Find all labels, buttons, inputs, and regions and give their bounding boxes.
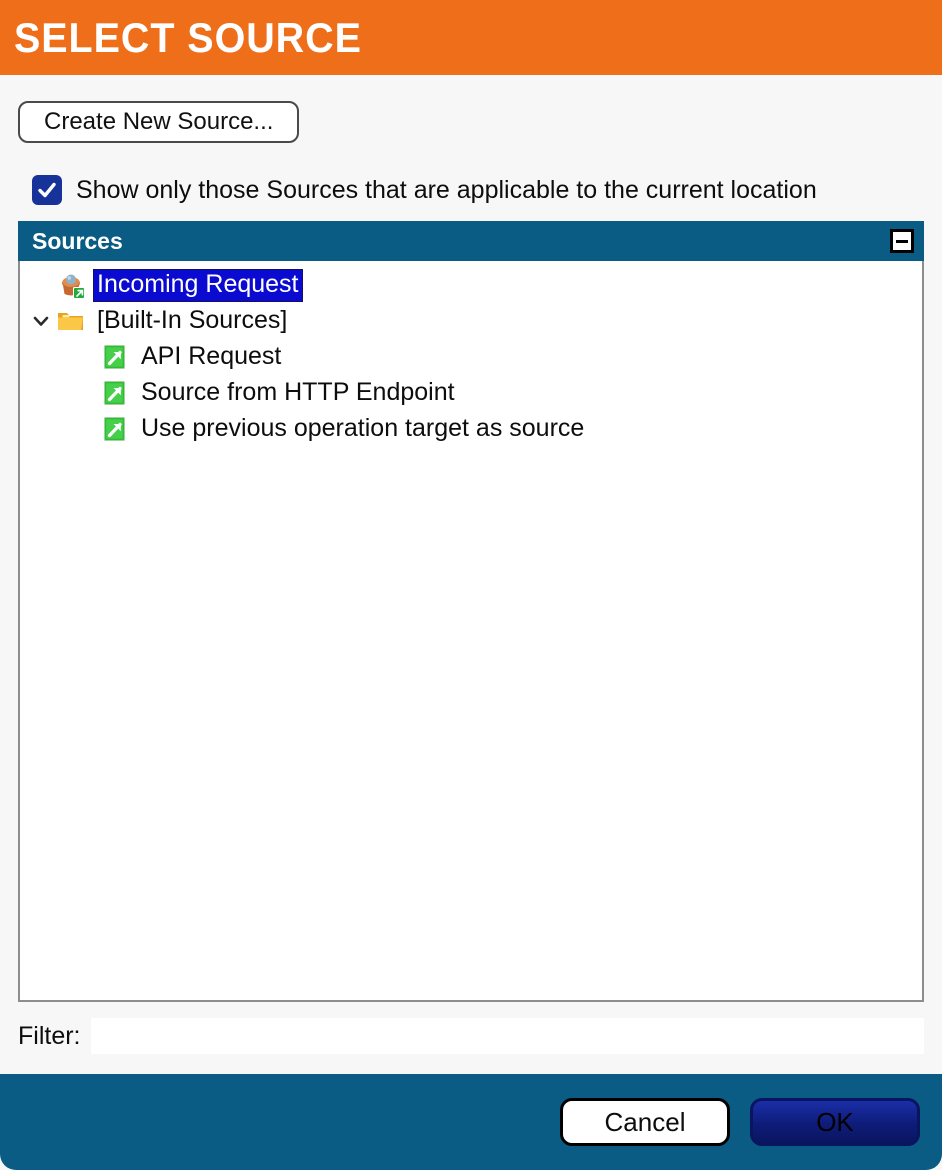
select-source-dialog: SELECT SOURCE Create New Source... Show …: [0, 0, 942, 1170]
tree-item-label: API Request: [141, 341, 282, 370]
create-new-source-button[interactable]: Create New Source...: [18, 101, 300, 143]
filter-row: Filter:: [18, 1014, 924, 1058]
page-title: SELECT SOURCE: [14, 13, 362, 61]
sources-group-title: Sources: [32, 227, 123, 254]
dialog-footer: Cancel OK: [0, 1074, 942, 1170]
dialog-title-bar: SELECT SOURCE: [0, 0, 942, 75]
tree-item[interactable]: Incoming Request: [20, 267, 922, 303]
minus-bar: [896, 239, 908, 243]
folder-icon: [56, 306, 86, 336]
show-applicable-checkbox[interactable]: [32, 175, 62, 205]
show-applicable-label: Show only those Sources that are applica…: [76, 175, 817, 204]
tree-item-label: Source from HTTP Endpoint: [141, 377, 455, 406]
cancel-button[interactable]: Cancel: [560, 1098, 730, 1146]
filter-input[interactable]: [90, 1018, 924, 1054]
tree-item[interactable]: Use previous operation target as source: [20, 411, 922, 447]
tree-item[interactable]: [Built-In Sources]: [20, 303, 922, 339]
filter-label: Filter:: [18, 1021, 81, 1050]
tree-item-label: [Built-In Sources]: [97, 305, 288, 334]
shortcut-icon: [100, 414, 130, 444]
tree-item-label: Incoming Request: [93, 268, 303, 302]
check-icon: [36, 179, 58, 201]
show-applicable-row[interactable]: Show only those Sources that are applica…: [18, 175, 924, 205]
tree-item[interactable]: Source from HTTP Endpoint: [20, 375, 922, 411]
sources-tree[interactable]: Incoming Request [Built-In Sources] API Re…: [18, 261, 924, 1002]
source-basket-icon: [56, 270, 86, 300]
tree-item[interactable]: API Request: [20, 339, 922, 375]
chevron-down-icon[interactable]: [26, 306, 56, 336]
ok-button[interactable]: OK: [750, 1098, 920, 1146]
sources-tree-rows: Incoming Request [Built-In Sources] API Re…: [20, 267, 922, 447]
sources-group-header: Sources: [18, 221, 924, 261]
shortcut-icon: [100, 378, 130, 408]
minus-icon[interactable]: [890, 229, 914, 253]
toolbar: Create New Source...: [18, 75, 924, 143]
tree-item-label: Use previous operation target as source: [141, 413, 585, 442]
shortcut-icon: [100, 342, 130, 372]
dialog-body: Create New Source... Show only those Sou…: [0, 75, 942, 1074]
